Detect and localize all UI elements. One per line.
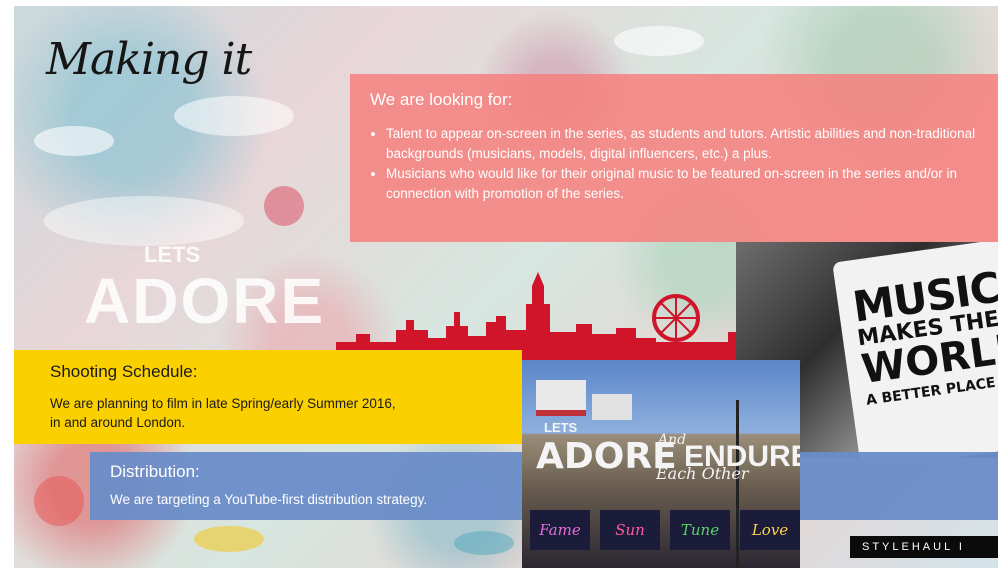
mural-tile: Tune [670, 510, 730, 550]
paint-splatter [44, 196, 244, 246]
slide: Making it LETS ADORE We are looking for:… [14, 6, 998, 568]
paint-splatter [614, 26, 704, 56]
mural-tile: Love [740, 510, 800, 550]
paint-splatter [454, 531, 514, 555]
shooting-schedule-text: We are planning to film in late Spring/e… [50, 394, 490, 432]
distribution-panel: Distribution: We are targeting a YouTube… [90, 452, 522, 520]
train-carriage [536, 380, 586, 416]
london-skyline-graphic [336, 272, 772, 360]
mural-tile: Fame [530, 510, 590, 550]
shooting-schedule-panel: Shooting Schedule: We are planning to fi… [14, 350, 522, 444]
paint-splatter [264, 186, 304, 226]
paint-splatter [34, 126, 114, 156]
building-mural-photo: LETS ADORE And ENDURE Each Other Fame Su… [522, 360, 800, 568]
background-adore-text: ADORE [84, 265, 326, 337]
brand-logo: STYLEHAUL I [850, 536, 998, 558]
distribution-panel-extension [800, 452, 998, 520]
mural-and-text: And [658, 432, 687, 448]
distribution-heading: Distribution: [110, 462, 200, 481]
shooting-schedule-line: in and around London. [50, 415, 186, 430]
looking-for-list: Talent to appear on-screen in the series… [370, 124, 992, 204]
tote-bag-text: MUSIC MAKES THE WORLD A BETTER PLACE [850, 263, 998, 409]
paint-splatter [194, 526, 264, 552]
shooting-schedule-line: We are planning to film in late Spring/e… [50, 396, 396, 411]
mural-tile: Sun [600, 510, 660, 550]
looking-for-item: Musicians who would like for their origi… [386, 164, 992, 204]
paint-splatter [34, 476, 84, 526]
looking-for-heading: We are looking for: [370, 90, 513, 109]
looking-for-item: Talent to appear on-screen in the series… [386, 124, 992, 164]
shooting-schedule-heading: Shooting Schedule: [50, 362, 198, 381]
slide-title: Making it [46, 34, 252, 85]
mural-lets-text: LETS [544, 420, 578, 435]
distribution-text: We are targeting a YouTube-first distrib… [110, 492, 428, 507]
train-carriage [592, 394, 632, 420]
looking-for-panel: We are looking for: Talent to appear on-… [350, 74, 998, 242]
mural-each-other-text: Each Other [656, 464, 749, 483]
lamp-post [736, 400, 739, 568]
paint-splatter [174, 96, 294, 136]
